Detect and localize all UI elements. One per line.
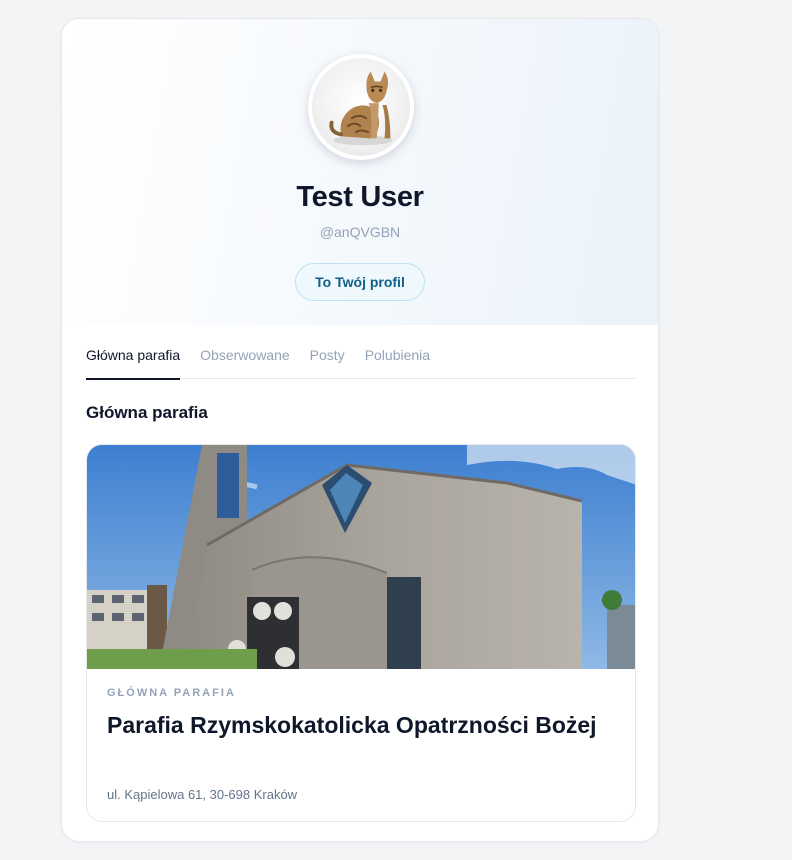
parish-card[interactable]: GŁÓWNA PARAFIA Parafia Rzymskokatolicka … (86, 444, 636, 822)
parish-name[interactable]: Parafia Rzymskokatolicka Opatrzności Boż… (107, 709, 607, 742)
profile-name: Test User (296, 181, 424, 213)
profile-tabs: Główna parafia Obserwowane Posty Polubie… (86, 325, 636, 380)
cat-avatar-icon (312, 58, 410, 156)
profile-handle: @anQVGBN (319, 224, 401, 240)
own-profile-badge: To Twój profil (295, 263, 425, 301)
avatar (308, 54, 414, 160)
church-photo (87, 445, 635, 669)
profile-card: Test User @anQVGBN To Twój profil Główna… (61, 18, 659, 842)
tab-likes[interactable]: Polubienia (365, 347, 430, 379)
tab-posts[interactable]: Posty (310, 347, 345, 379)
parish-label: GŁÓWNA PARAFIA (107, 687, 236, 699)
section-title: Główna parafia (86, 403, 208, 422)
tab-main-parish[interactable]: Główna parafia (86, 347, 181, 380)
tab-followed[interactable]: Obserwowane (200, 347, 290, 379)
parish-address: ul. Kąpielowa 61, 30-698 Kraków (107, 787, 298, 802)
